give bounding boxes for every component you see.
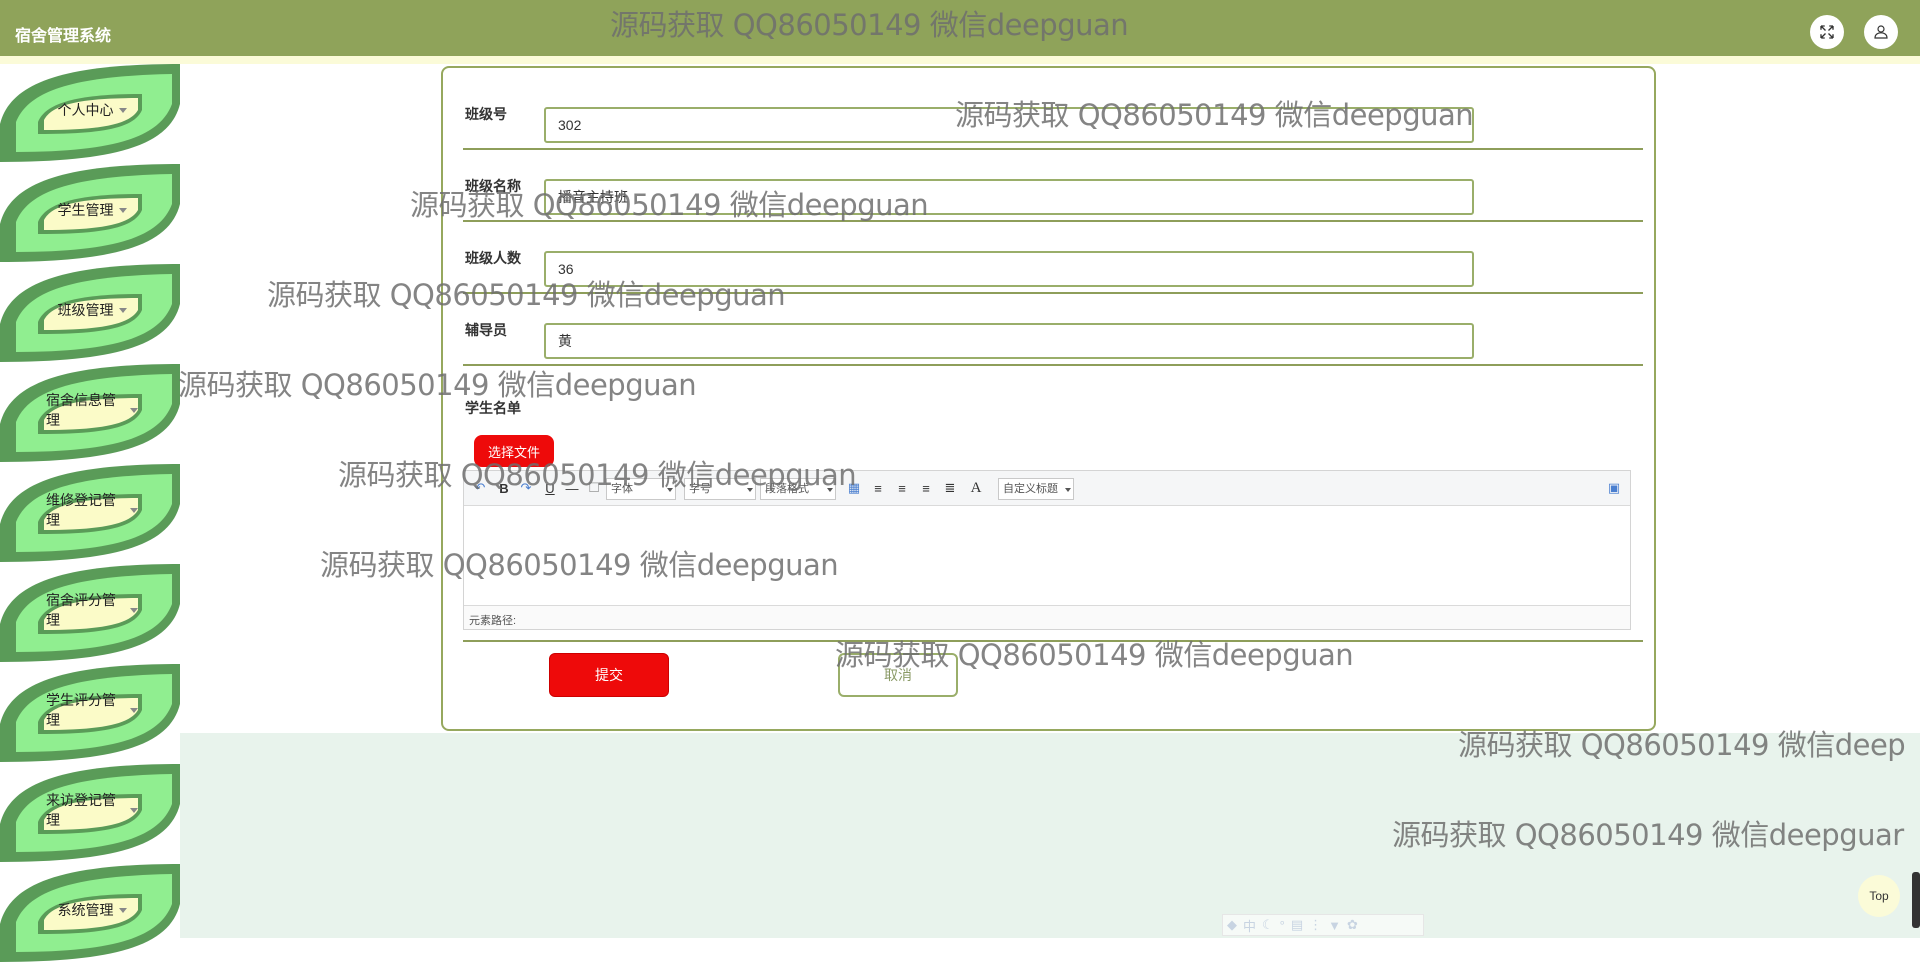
- sidebar-item-class-management[interactable]: 班级管理: [0, 264, 180, 362]
- ime-keyboard-icon: ▤: [1290, 917, 1304, 932]
- sidebar-item-student-management[interactable]: 学生管理: [0, 164, 180, 262]
- form-row-class-size: 班级人数: [463, 222, 1643, 294]
- submit-button[interactable]: 提交: [549, 653, 669, 697]
- editor-content-area[interactable]: [464, 506, 1630, 606]
- align-left-icon[interactable]: ≡: [870, 480, 886, 496]
- ime-gear-icon: ✿: [1347, 917, 1358, 932]
- sidebar-item-label: 系统管理: [46, 897, 138, 923]
- class-size-label: 班级人数: [465, 250, 521, 266]
- submit-row-divider: [463, 640, 1643, 642]
- top-header: 宿舍管理系统: [0, 0, 1920, 64]
- expand-icon: [1820, 25, 1834, 39]
- sidebar-item-visitor[interactable]: 来访登记管理: [0, 764, 180, 862]
- class-name-input[interactable]: [544, 179, 1474, 215]
- ime-shirt-icon: ▼: [1328, 917, 1342, 933]
- ime-moon-icon: ☾: [1262, 917, 1274, 932]
- sidebar: 个人中心 学生管理 班级管理 宿舍信息管理 维修登记管理 宿舍评分管理 学生评分…: [0, 64, 180, 962]
- sidebar-item-dorm-score[interactable]: 宿舍评分管理: [0, 564, 180, 662]
- class-no-label: 班级号: [465, 106, 507, 122]
- font-color-icon[interactable]: A: [968, 480, 984, 496]
- sidebar-item-personal-center[interactable]: 个人中心: [0, 64, 180, 162]
- font-size-select[interactable]: 字号: [684, 478, 756, 500]
- bold-icon[interactable]: B: [496, 480, 512, 496]
- sidebar-item-label: 个人中心: [46, 97, 138, 123]
- element-path-bar: 元素路径:: [464, 605, 1630, 629]
- ime-logo-icon: ◆: [1227, 917, 1237, 932]
- user-button[interactable]: [1864, 15, 1898, 49]
- header-strip: [0, 56, 1920, 64]
- choose-file-button[interactable]: 选择文件: [474, 435, 554, 467]
- custom-title-select[interactable]: 自定义标题: [998, 478, 1074, 500]
- redo-icon[interactable]: ↷: [518, 480, 534, 496]
- checkbox-icon[interactable]: ☐: [586, 480, 602, 496]
- class-edit-form: 班级号 班级名称 班级人数 辅导员 学生名单 选择文件 ↶ B ↷ U — ☐ …: [441, 66, 1656, 731]
- class-name-label: 班级名称: [465, 178, 521, 194]
- sidebar-item-system[interactable]: 系统管理: [0, 864, 180, 962]
- align-right-icon[interactable]: ≡: [894, 480, 910, 496]
- sidebar-item-label: 班级管理: [46, 297, 138, 323]
- user-icon: [1874, 25, 1888, 39]
- sidebar-item-label: 宿舍评分管理: [46, 592, 138, 628]
- sidebar-item-label: 宿舍信息管理: [46, 392, 138, 428]
- class-no-input[interactable]: [544, 107, 1474, 143]
- student-list-label: 学生名单: [465, 400, 521, 416]
- undo-icon[interactable]: ↶: [472, 480, 488, 496]
- sidebar-item-dorm-info[interactable]: 宿舍信息管理: [0, 364, 180, 462]
- ime-punct-icon: °: [1279, 917, 1285, 933]
- fullscreen-button[interactable]: [1810, 15, 1844, 49]
- sidebar-item-label: 学生管理: [46, 197, 138, 223]
- cancel-button[interactable]: 取消: [838, 653, 958, 697]
- sidebar-item-label: 维修登记管理: [46, 492, 138, 528]
- sidebar-item-label: 学生评分管理: [46, 692, 138, 728]
- table-icon[interactable]: ▦: [846, 480, 862, 496]
- form-row-class-no: 班级号: [463, 78, 1643, 150]
- editor-toolbar: ↶ B ↷ U — ☐ 字体 字号 段落格式 ▦ ≡ ≡ ≡ ≣ A 自定义标题…: [464, 471, 1630, 506]
- sidebar-item-student-score[interactable]: 学生评分管理: [0, 664, 180, 762]
- fullscreen-editor-icon[interactable]: ▣: [1606, 480, 1622, 496]
- ime-toolbar: ◆ 中 ☾ ° ▤ ⋮ ▼ ✿: [1222, 914, 1424, 936]
- strikethrough-icon[interactable]: —: [564, 480, 580, 496]
- back-to-top-button[interactable]: Top: [1858, 875, 1900, 917]
- ime-mode-icon: 中: [1243, 918, 1257, 934]
- sidebar-item-repair[interactable]: 维修登记管理: [0, 464, 180, 562]
- paragraph-format-select[interactable]: 段落格式: [760, 478, 836, 500]
- form-row-counselor: 辅导员: [463, 294, 1643, 366]
- counselor-label: 辅导员: [465, 322, 507, 338]
- font-family-select[interactable]: 字体: [606, 478, 676, 500]
- app-title: 宿舍管理系统: [15, 28, 112, 45]
- class-size-input[interactable]: [544, 251, 1474, 287]
- underline-icon[interactable]: U: [542, 480, 558, 496]
- ime-tools-icon: ⋮: [1309, 917, 1323, 932]
- sidebar-item-label: 来访登记管理: [46, 792, 138, 828]
- rich-text-editor: ↶ B ↷ U — ☐ 字体 字号 段落格式 ▦ ≡ ≡ ≡ ≣ A 自定义标题…: [463, 470, 1631, 630]
- content-background: [180, 733, 1920, 938]
- counselor-input[interactable]: [544, 323, 1474, 359]
- align-center-icon[interactable]: ≡: [918, 480, 934, 496]
- form-row-class-name: 班级名称: [463, 150, 1643, 222]
- side-handle[interactable]: [1912, 872, 1920, 928]
- align-justify-icon[interactable]: ≣: [942, 480, 958, 496]
